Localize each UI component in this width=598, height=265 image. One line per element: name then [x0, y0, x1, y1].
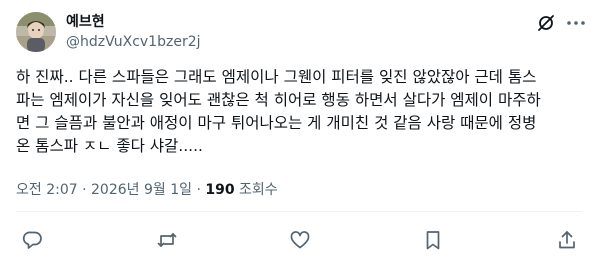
- tweet-date[interactable]: 2026년 9월 1일: [91, 182, 192, 198]
- reply-button[interactable]: [22, 229, 44, 251]
- author-name[interactable]: 예브현: [66, 12, 105, 32]
- tweet-time[interactable]: 오전 2:07: [16, 182, 78, 198]
- tweet-text: 하 진짜.. 다른 스파들은 그래도 엠제이나 그웬이 피터를 잊진 않았잖아 …: [16, 66, 588, 158]
- share-button[interactable]: [556, 229, 578, 251]
- tweet-text-line: 파는 엠제이가 자신을 잊어도 괜찮은 척 히어로 행동 하면서 살다가 엠제이…: [16, 91, 541, 109]
- repost-button[interactable]: [156, 229, 178, 251]
- views-count[interactable]: 190: [205, 182, 234, 198]
- tweet-text-line: 면 그 슬픔과 불안과 애정이 마구 튀어나오는 게 개미친 것 같음 사랑 때…: [16, 114, 537, 132]
- share-icon: [559, 231, 575, 249]
- bookmark-button[interactable]: [422, 229, 444, 251]
- bookmark-icon: [426, 231, 440, 250]
- divider: [16, 211, 582, 212]
- author-handle[interactable]: @hdzVuXcv1bzer2j: [66, 33, 201, 51]
- like-button[interactable]: [289, 229, 311, 251]
- like-icon: [290, 231, 310, 249]
- tweet: 예브현 @hdzVuXcv1bzer2j 하 진짜.. 다른 스파들은 그래도 …: [0, 0, 598, 265]
- grok-icon[interactable]: [535, 12, 557, 34]
- meta-separator: ·: [192, 182, 206, 198]
- tweet-text-line: 온 톰스파 ㅈㄴ 좋다 샤갈.....: [16, 137, 203, 155]
- views-label: 조회수: [234, 182, 278, 198]
- more-icon[interactable]: [565, 12, 587, 34]
- avatar-image: [16, 12, 56, 52]
- meta-separator: ·: [77, 182, 92, 198]
- tweet-text-line: 하 진짜.. 다른 스파들은 그래도 엠제이나 그웬이 피터를 잊진 않았잖아 …: [16, 68, 537, 86]
- tweet-meta: 오전 2:07 · 2026년 9월 1일 · 190 조회수: [16, 180, 278, 200]
- repost-icon: [157, 233, 177, 247]
- reply-icon: [22, 231, 42, 249]
- avatar[interactable]: [16, 12, 56, 52]
